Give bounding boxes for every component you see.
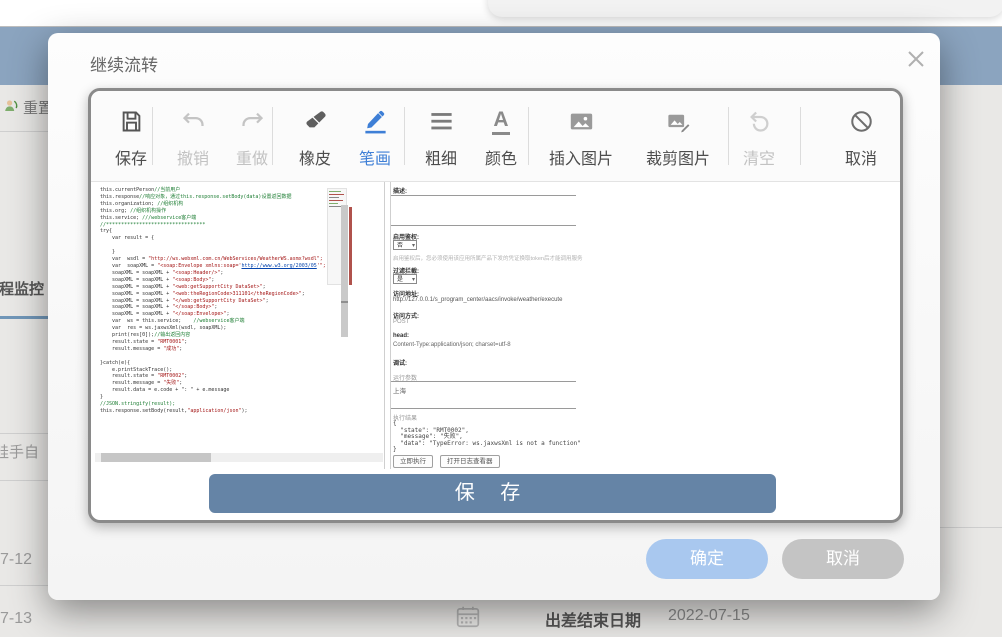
divider	[0, 131, 48, 132]
top-popup-remnant	[488, 0, 1002, 17]
toolbar-separator	[404, 107, 405, 165]
clear-icon	[746, 103, 773, 135]
tool-label: 橡皮	[298, 151, 331, 168]
crop-image-icon	[665, 103, 692, 135]
form-head-label: head:	[393, 333, 410, 339]
table-row-date: 7-13	[0, 610, 33, 627]
tool-label: 裁剪图片	[645, 151, 710, 168]
redo-icon	[239, 103, 266, 135]
tab-process-monitor[interactable]: 流程监控	[0, 278, 44, 299]
form-underline	[391, 195, 576, 196]
form-underline	[391, 225, 576, 226]
table-row-text: 畦手自	[0, 444, 40, 461]
dialog-cancel-button[interactable]: 取消	[782, 539, 904, 579]
pencil-icon	[362, 103, 389, 135]
thickness-icon	[428, 103, 455, 135]
form-underline	[391, 408, 576, 409]
tool-clear-button[interactable]: 清空	[727, 103, 791, 169]
tool-label: 取消	[844, 151, 877, 168]
code-horizontal-scrollbar-thumb[interactable]	[101, 453, 211, 462]
tool-crop-image-button[interactable]: 裁剪图片	[626, 103, 730, 169]
tool-redo-button[interactable]: 重做	[220, 103, 284, 169]
form-filter-select: 是	[393, 274, 417, 285]
form-debug-label: 调试:	[393, 361, 407, 367]
tool-save-button[interactable]: 保存	[99, 103, 163, 169]
toolbar-separator	[152, 107, 153, 165]
tool-label: 保存	[114, 151, 147, 168]
exec-result-json: { "state": "RMT0002", "message": "失败", "…	[393, 420, 581, 453]
tool-label: 粗细	[424, 151, 457, 168]
form-underline	[391, 381, 576, 382]
toolbar-separator	[800, 107, 801, 165]
close-icon[interactable]	[904, 47, 930, 73]
form-url-value: http://127.0.0.1/s_program_center/aacs/i…	[393, 297, 563, 303]
form-auth-help: 启用鉴权后，您必须使用该应用所属产品下发的凭证换取token后才能调用服务	[393, 256, 583, 262]
editor-save-button[interactable]: 保 存	[209, 474, 776, 513]
tool-label: 插入图片	[548, 151, 613, 168]
color-icon: A	[492, 103, 510, 135]
trip-end-date-label: 出差结束日期	[545, 613, 642, 630]
tool-label: 重做	[235, 151, 268, 168]
sketch-editor: 保存 撤销 重做 橡皮 笔画 粗细 A 颜色 插入图片 裁剪图片 清空 取消 t…	[88, 88, 903, 523]
drawing-canvas[interactable]: this.currentPerson//当前用户 this.response//响…	[91, 182, 900, 469]
divider	[0, 585, 48, 586]
tool-eraser-button[interactable]: 橡皮	[283, 103, 347, 169]
toolbar-separator	[272, 107, 273, 165]
reset-icon	[2, 98, 18, 118]
form-run-button: 立即执行	[393, 455, 433, 468]
minimap-marker	[349, 207, 352, 285]
cancel-circle-icon	[848, 103, 875, 135]
table-row-date: 7-12	[0, 551, 33, 568]
undo-icon	[180, 103, 207, 135]
calendar-icon[interactable]	[455, 604, 481, 630]
code-vertical-scrollbar[interactable]	[341, 205, 348, 337]
form-method-value: POST	[393, 319, 410, 325]
tool-undo-button[interactable]: 撤销	[161, 103, 225, 169]
divider	[0, 480, 48, 481]
tool-cancel-button[interactable]: 取消	[829, 103, 893, 169]
editor-toolbar: 保存 撤销 重做 橡皮 笔画 粗细 A 颜色 插入图片 裁剪图片 清空 取消	[91, 91, 900, 182]
floppy-icon	[118, 103, 145, 135]
tool-label: 颜色	[484, 151, 517, 168]
tool-thickness-button[interactable]: 粗细	[409, 103, 473, 169]
form-auth-select: 否	[393, 240, 417, 251]
trip-end-date-value[interactable]: 2022-07-15	[668, 607, 750, 625]
eraser-icon	[302, 103, 329, 135]
form-params-value: 上海	[393, 388, 406, 395]
tool-label: 清空	[742, 151, 775, 168]
image-icon	[568, 103, 595, 135]
divider	[0, 433, 48, 434]
tool-label: 撤销	[176, 151, 209, 168]
confirm-button[interactable]: 确定	[646, 539, 768, 579]
tab-active-underline	[0, 316, 48, 319]
tool-insert-image-button[interactable]: 插入图片	[529, 103, 633, 169]
pane-divider	[384, 182, 385, 469]
continue-flow-dialog: 继续流转 保存 撤销 重做 橡皮 笔画 粗细 A 颜色 插入图片 裁剪图片 清空…	[48, 33, 940, 600]
form-desc-label: 描述:	[393, 189, 407, 195]
screen: 重置 流程监控 畦手自 7-12 7-13 出差结束日期 2022-07-15 …	[0, 0, 1002, 637]
tool-brush-button[interactable]: 笔画	[343, 103, 407, 169]
divider	[940, 527, 1002, 528]
reset-link[interactable]: 重置	[2, 97, 53, 118]
tool-label: 笔画	[358, 151, 391, 168]
form-head-value: Content-Type:application/json; charset=u…	[393, 342, 511, 348]
tool-color-button[interactable]: A 颜色	[469, 103, 533, 169]
dialog-title: 继续流转	[90, 56, 158, 75]
form-log-button: 打开日志查看器	[440, 455, 500, 468]
